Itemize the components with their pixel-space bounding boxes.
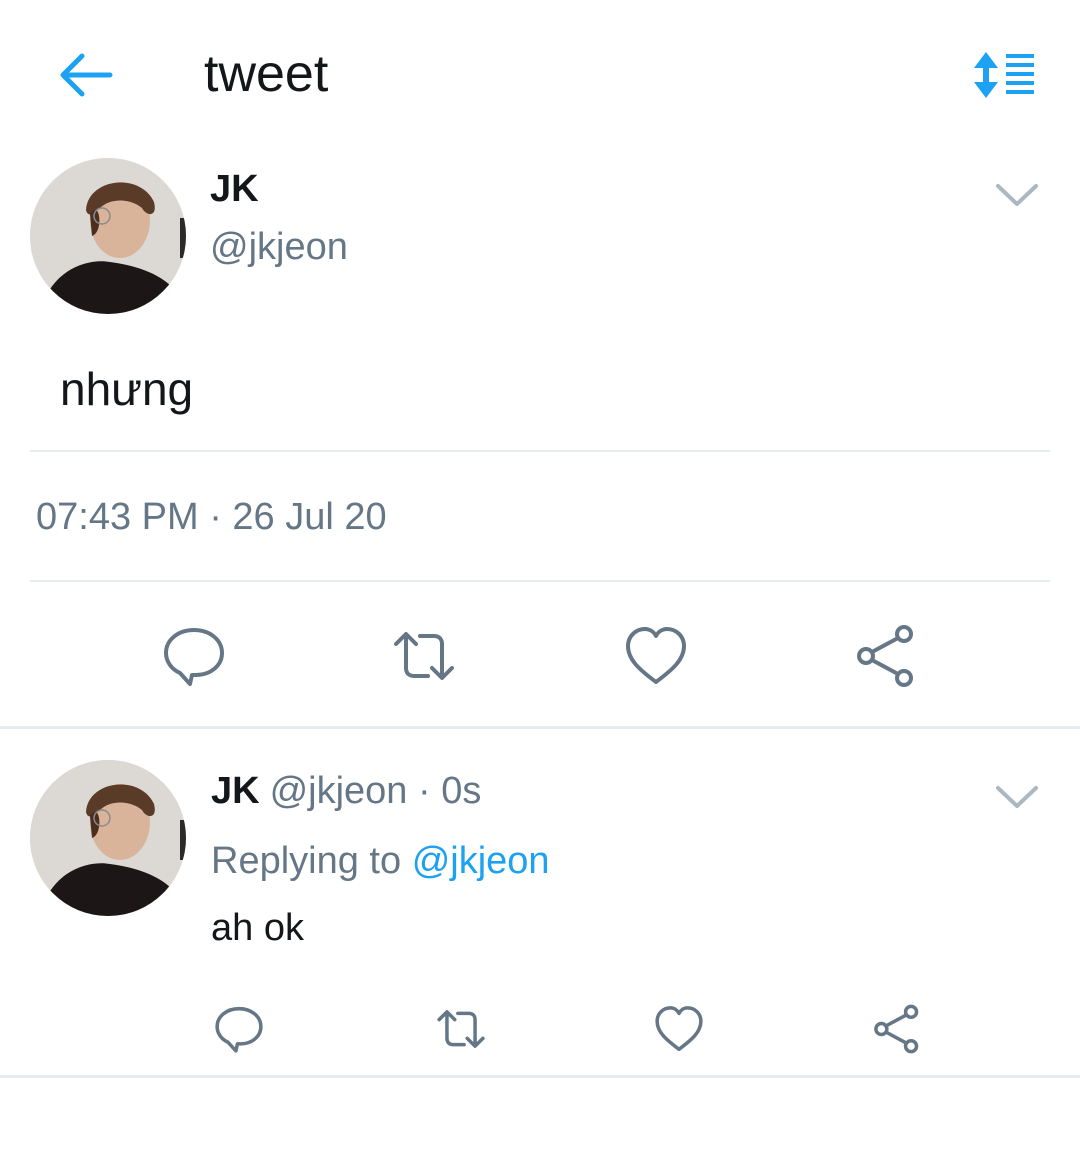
chevron-down-icon[interactable] [994,180,1040,210]
like-icon[interactable] [654,1004,704,1054]
author-handle[interactable]: @jkjeon [210,226,348,269]
tweet-text: nhưng [60,363,194,415]
retweet-icon[interactable] [392,624,456,688]
reply-icon[interactable] [214,1004,264,1054]
arrow-left-icon[interactable] [58,50,114,100]
replying-mention-link[interactable]: @jkjeon [412,840,550,882]
like-icon[interactable] [624,624,688,688]
tweet-timestamp: 07:43 PM · 26 Jul 20 [36,496,387,538]
share-icon[interactable] [854,624,918,688]
share-icon[interactable] [872,1004,922,1054]
divider [30,450,1050,452]
retweet-icon[interactable] [436,1004,486,1054]
author-name[interactable]: JK [210,168,259,211]
avatar[interactable] [30,158,186,314]
reply-avatar[interactable] [30,760,186,916]
reply-meta: JK @jkjeon · 0s [211,770,481,813]
chevron-down-icon[interactable] [994,782,1040,812]
reply-icon[interactable] [162,624,226,688]
sort-order-icon[interactable] [972,50,1036,100]
divider [30,580,1050,582]
page-title: tweet [204,45,329,103]
reply-author-name[interactable]: JK [211,770,260,812]
section-divider [0,726,1080,729]
replying-to-line: Replying to @jkjeon [211,840,550,883]
section-divider [0,1075,1080,1078]
reply-text: ah ok [211,907,304,949]
reply-author-handle[interactable]: @jkjeon [270,770,408,812]
meta-separator: · [418,770,431,812]
replying-label: Replying to [211,840,402,882]
reply-time: 0s [441,770,482,812]
